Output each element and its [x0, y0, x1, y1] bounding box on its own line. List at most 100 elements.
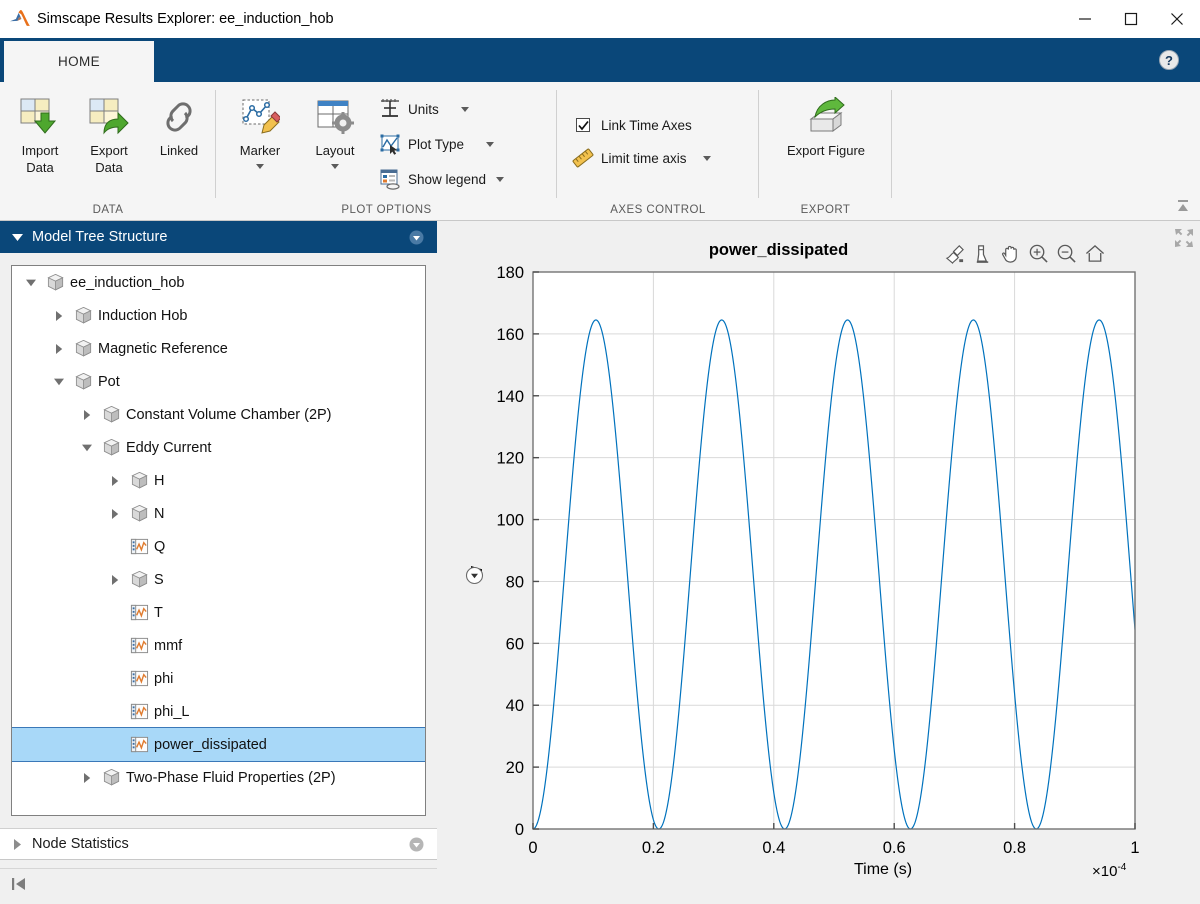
minimize-button[interactable]: [1062, 0, 1108, 38]
export-figure-button[interactable]: Export Figure: [776, 90, 876, 190]
status-bar: [0, 868, 437, 904]
signal-icon: [130, 603, 149, 622]
panel-options-icon[interactable]: [409, 837, 424, 852]
tree-expand-arrow-right-icon[interactable]: [106, 476, 124, 486]
tree-node[interactable]: Constant Volume Chamber (2P): [12, 398, 425, 431]
model-tree-title: Model Tree Structure: [32, 229, 167, 245]
units-button[interactable]: Units: [378, 94, 538, 124]
tree-node[interactable]: S: [12, 563, 425, 596]
cube-icon: [74, 306, 93, 325]
help-icon: ?: [1158, 49, 1180, 71]
y-tick-label: 80: [506, 573, 524, 591]
tree-node[interactable]: T: [12, 596, 425, 629]
help-button[interactable]: ?: [1158, 49, 1180, 71]
tree-node[interactable]: N: [12, 497, 425, 530]
import-data-icon: [19, 95, 61, 139]
title-bar: Simscape Results Explorer: ee_induction_…: [0, 0, 1200, 38]
linked-button[interactable]: Linked: [145, 90, 213, 190]
tree-node[interactable]: Eddy Current: [12, 431, 425, 464]
tree-node[interactable]: phi_L: [12, 695, 425, 728]
group-label-export: EXPORT: [759, 204, 892, 216]
tree-expand-arrow-right-icon[interactable]: [78, 410, 96, 420]
y-tick-label: 140: [496, 388, 524, 406]
tree-expand-arrow-right-icon[interactable]: [50, 344, 68, 354]
marker-button[interactable]: Marker: [226, 90, 294, 190]
tree-node[interactable]: Magnetic Reference: [12, 332, 425, 365]
tree-expand-arrow-right-icon[interactable]: [78, 773, 96, 783]
tree-node[interactable]: phi: [12, 662, 425, 695]
tab-home[interactable]: HOME: [4, 41, 154, 82]
import-data-label: Import Data: [22, 142, 59, 176]
step-to-start-icon[interactable]: [11, 876, 29, 897]
y-tick-label: 120: [496, 450, 524, 468]
chevron-down-icon: [331, 164, 339, 169]
limit-time-axis-label: Limit time axis: [601, 151, 687, 166]
window-controls: [1062, 0, 1200, 38]
tree-expand-arrow-down-icon[interactable]: [22, 279, 40, 287]
group-separator: [891, 90, 892, 198]
collapse-ribbon-icon: [1174, 198, 1192, 216]
tree-node[interactable]: Induction Hob: [12, 299, 425, 332]
tree-node[interactable]: Two-Phase Fluid Properties (2P): [12, 761, 425, 794]
link-time-axes-checkbox[interactable]: Link Time Axes: [571, 110, 746, 140]
tree-node-label: Magnetic Reference: [98, 341, 228, 357]
signal-icon: [130, 702, 149, 721]
window-title: Simscape Results Explorer: ee_induction_…: [37, 11, 334, 27]
export-data-line1: Export: [90, 143, 128, 158]
model-tree[interactable]: ee_induction_hob Induction Hob Magnetic Re…: [11, 265, 426, 816]
signal-icon: [130, 537, 149, 556]
tree-node-label: phi: [154, 671, 173, 687]
tree-node-selected[interactable]: power_dissipated: [12, 728, 425, 761]
model-tree-header[interactable]: Model Tree Structure: [0, 221, 437, 253]
show-legend-button[interactable]: Show legend: [378, 164, 558, 194]
maximize-icon: [1124, 12, 1138, 26]
export-data-icon: [88, 95, 130, 139]
tree-node[interactable]: H: [12, 464, 425, 497]
tree-expand-arrow-right-icon[interactable]: [50, 311, 68, 321]
tree-node-label: ee_induction_hob: [70, 275, 185, 291]
tree-node[interactable]: Pot: [12, 365, 425, 398]
cube-icon: [130, 471, 149, 490]
x-tick-label: 0: [528, 839, 537, 857]
tree-expand-arrow-right-icon[interactable]: [106, 509, 124, 519]
tree-node[interactable]: Q: [12, 530, 425, 563]
x-axis-exponent: ×10-4: [1092, 862, 1126, 880]
maximize-button[interactable]: [1108, 0, 1154, 38]
limit-time-axis-button[interactable]: Limit time axis: [571, 143, 746, 173]
triangle-down-icon: [10, 233, 24, 242]
tree-node[interactable]: mmf: [12, 629, 425, 662]
tree-expand-arrow-right-icon[interactable]: [106, 575, 124, 585]
export-data-label: Export Data: [90, 142, 128, 176]
import-data-button[interactable]: Import Data: [6, 90, 74, 190]
tree-node[interactable]: ee_induction_hob: [12, 266, 425, 299]
x-axis-exponent-base: ×10: [1092, 863, 1117, 880]
tree-expand-arrow-down-icon[interactable]: [50, 378, 68, 386]
simscape-results-explorer-window: Simscape Results Explorer: ee_induction_…: [0, 0, 1200, 904]
close-icon: [1170, 12, 1184, 26]
svg-text:?: ?: [1165, 53, 1173, 68]
y-tick-label: 20: [506, 759, 524, 777]
y-tick-label: 160: [496, 326, 524, 344]
linked-label: Linked: [160, 142, 198, 159]
export-data-button[interactable]: Export Data: [75, 90, 143, 190]
tree-node-label: phi_L: [154, 704, 189, 720]
import-data-line2: Data: [26, 160, 53, 175]
cube-icon: [74, 339, 93, 358]
close-button[interactable]: [1154, 0, 1200, 38]
x-tick-label: 0.6: [883, 839, 906, 857]
left-panel: Model Tree Structure ee_induction_hob Ind…: [0, 221, 437, 904]
layout-button[interactable]: Layout: [301, 90, 369, 190]
layout-icon: [315, 95, 355, 139]
layout-label: Layout: [315, 142, 354, 159]
chevron-down-icon: [703, 156, 711, 161]
y-tick-label: 60: [506, 635, 524, 653]
ruler-icon: [571, 147, 595, 169]
plot-panel: power_dissipated: [437, 221, 1200, 904]
signal-icon: [130, 669, 149, 688]
tree-expand-arrow-down-icon[interactable]: [78, 444, 96, 452]
node-statistics-header[interactable]: Node Statistics: [0, 828, 437, 860]
plot-type-button[interactable]: Plot Type: [378, 129, 558, 159]
power-dissipated-chart[interactable]: 02040608010012014016018000.20.40.60.81: [437, 221, 1200, 904]
collapse-ribbon-button[interactable]: [1174, 198, 1192, 216]
ribbon-tab-strip: HOME ?: [0, 38, 1200, 82]
